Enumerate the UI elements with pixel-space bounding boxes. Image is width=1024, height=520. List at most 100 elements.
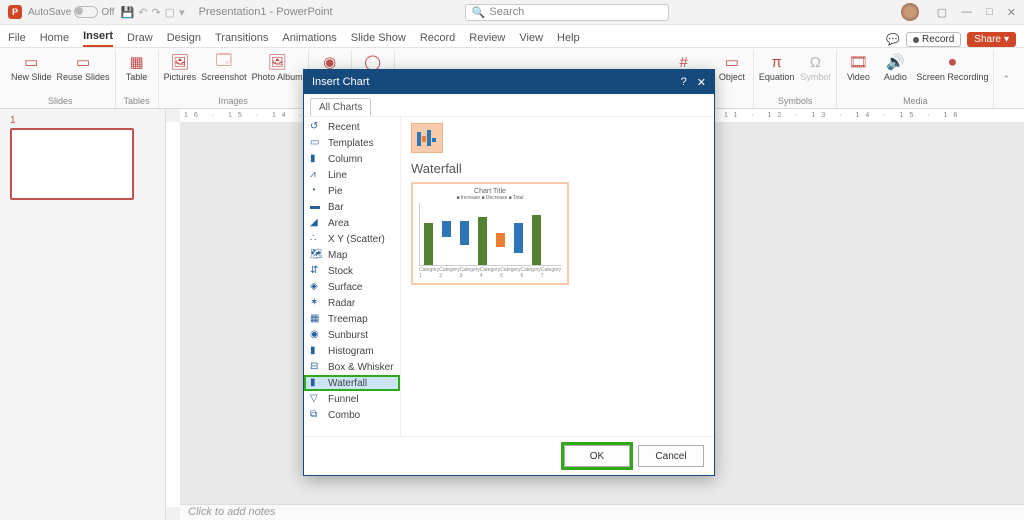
autosave-toggle[interactable]: AutoSave Off	[28, 6, 115, 18]
chart-type-stock[interactable]: ⇵Stock	[304, 263, 400, 279]
chart-type-column[interactable]: ▮Column	[304, 151, 400, 167]
tab-all-charts[interactable]: All Charts	[310, 98, 371, 116]
histogram-icon: ▮	[310, 345, 324, 357]
pictures-icon: 🖼	[170, 52, 190, 72]
ribbon-display-icon[interactable]: ▢	[937, 6, 947, 19]
window-controls: ▢ — □ ✕	[937, 6, 1016, 19]
account-avatar[interactable]	[901, 3, 919, 21]
notes-pane[interactable]: Click to add notes	[180, 504, 1024, 520]
more-icon[interactable]: ▾	[179, 6, 185, 19]
share-button[interactable]: Share▾	[967, 32, 1016, 47]
recent-icon: ↺	[310, 121, 324, 133]
chart-type-bar[interactable]: ▬Bar	[304, 199, 400, 215]
symbol-button[interactable]: ΩSymbol	[799, 50, 831, 96]
chart-type-combo[interactable]: ⧉Combo	[304, 407, 400, 423]
record-button[interactable]: Record	[906, 32, 961, 47]
subtype-waterfall[interactable]	[411, 123, 443, 153]
chart-type-area[interactable]: ◢Area	[304, 215, 400, 231]
tab-insert[interactable]: Insert	[83, 27, 113, 47]
screenshot-icon: 🗔	[214, 52, 234, 72]
pictures-button[interactable]: 🖼Pictures	[164, 50, 197, 96]
pie-icon: ◔	[310, 185, 324, 197]
minimize-icon[interactable]: —	[961, 6, 972, 19]
chart-type-recent[interactable]: ↺Recent	[304, 119, 400, 135]
collapse-ribbon-icon[interactable]: ⌃	[994, 50, 1018, 108]
document-title: Presentation1 - PowerPoint	[191, 6, 419, 18]
quick-access-toolbar: 💾 ↶ ↷ ▢ ▾	[121, 6, 185, 19]
chevron-down-icon: ▾	[1004, 34, 1009, 45]
video-button[interactable]: 🎞Video	[842, 50, 874, 96]
tab-slideshow[interactable]: Slide Show	[351, 29, 406, 47]
chart-type-scatter[interactable]: ∴X Y (Scatter)	[304, 231, 400, 247]
dialog-tabs: All Charts	[304, 94, 714, 117]
chart-type-pie[interactable]: ◔Pie	[304, 183, 400, 199]
chart-type-templates[interactable]: ▭Templates	[304, 135, 400, 151]
table-button[interactable]: ▦Table	[121, 50, 153, 96]
line-icon: ⩘	[310, 169, 324, 181]
tab-transitions[interactable]: Transitions	[215, 29, 268, 47]
ribbon-group-slides: ▭New Slide ▭Reuse Slides Slides	[6, 50, 116, 108]
dialog-close-icon[interactable]: ✕	[697, 76, 706, 89]
dialog-help-icon[interactable]: ?	[681, 76, 687, 89]
comments-icon[interactable]: 💬	[886, 33, 900, 46]
reuse-slides-button[interactable]: ▭Reuse Slides	[57, 50, 110, 96]
dialog-titlebar[interactable]: Insert Chart ? ✕	[304, 70, 714, 94]
chart-type-radar[interactable]: ✶Radar	[304, 295, 400, 311]
tab-design[interactable]: Design	[167, 29, 201, 47]
ok-button[interactable]: OK	[564, 445, 630, 467]
save-icon[interactable]: 💾	[121, 6, 135, 19]
chart-type-line[interactable]: ⩘Line	[304, 167, 400, 183]
search-placeholder: Search	[489, 6, 524, 18]
dialog-title: Insert Chart	[312, 76, 369, 88]
undo-icon[interactable]: ↶	[138, 6, 147, 19]
redo-icon[interactable]: ↷	[151, 6, 160, 19]
chart-type-waterfall[interactable]: ▮Waterfall	[304, 375, 400, 391]
tab-record[interactable]: Record	[420, 29, 455, 47]
map-icon: 🗺	[310, 249, 324, 261]
insert-chart-dialog: Insert Chart ? ✕ All Charts ↺Recent ▭Tem…	[303, 69, 715, 476]
tab-view[interactable]: View	[519, 29, 543, 47]
slide-thumbnail[interactable]	[10, 128, 134, 200]
app-icon: P	[8, 5, 22, 19]
object-button[interactable]: ▭Object	[716, 50, 748, 96]
audio-icon: 🔊	[885, 52, 905, 72]
chart-type-sunburst[interactable]: ◉Sunburst	[304, 327, 400, 343]
object-icon: ▭	[722, 52, 742, 72]
screenshot-button[interactable]: 🗔Screenshot	[201, 50, 247, 96]
tab-home[interactable]: Home	[40, 29, 69, 47]
funnel-icon: ▽	[310, 393, 324, 405]
equation-button[interactable]: πEquation	[759, 50, 795, 96]
chart-type-surface[interactable]: ◈Surface	[304, 279, 400, 295]
tab-draw[interactable]: Draw	[127, 29, 153, 47]
chart-preview[interactable]: Chart Title ■ Increase ■ Decrease ■ Tota…	[411, 182, 569, 285]
bar-icon: ▬	[310, 201, 324, 213]
tab-animations[interactable]: Animations	[282, 29, 336, 47]
preview-legend: ■ Increase ■ Decrease ■ Total	[419, 195, 561, 201]
radar-icon: ✶	[310, 297, 324, 309]
symbol-icon: Ω	[805, 52, 825, 72]
close-icon[interactable]: ✕	[1007, 6, 1016, 19]
audio-button[interactable]: 🔊Audio	[879, 50, 911, 96]
photo-album-button[interactable]: 🖼Photo Album	[252, 50, 303, 96]
slideshow-icon[interactable]: ▢	[165, 6, 175, 19]
chart-preview-pane: Waterfall Chart Title ■ Increase ■ Decre…	[401, 117, 714, 436]
chart-type-treemap[interactable]: ▦Treemap	[304, 311, 400, 327]
tab-review[interactable]: Review	[469, 29, 505, 47]
screen-recording-button[interactable]: ⏺Screen Recording	[916, 50, 988, 96]
chart-type-map[interactable]: 🗺Map	[304, 247, 400, 263]
search-input[interactable]: 🔍 Search	[465, 4, 669, 21]
chart-type-funnel[interactable]: ▽Funnel	[304, 391, 400, 407]
preview-plot	[419, 203, 561, 266]
cancel-button[interactable]: Cancel	[638, 445, 704, 467]
tab-file[interactable]: File	[8, 29, 26, 47]
tab-help[interactable]: Help	[557, 29, 580, 47]
chart-type-histogram[interactable]: ▮Histogram	[304, 343, 400, 359]
photo-album-icon: 🖼	[267, 52, 287, 72]
templates-icon: ▭	[310, 137, 324, 149]
maximize-icon[interactable]: □	[986, 6, 993, 19]
slide-thumbnails-pane: 1	[0, 109, 166, 520]
boxwhisker-icon: ⊟	[310, 361, 324, 373]
chart-type-boxwhisker[interactable]: ⊟Box & Whisker	[304, 359, 400, 375]
new-slide-button[interactable]: ▭New Slide	[11, 50, 52, 96]
reuse-slides-icon: ▭	[73, 52, 93, 72]
